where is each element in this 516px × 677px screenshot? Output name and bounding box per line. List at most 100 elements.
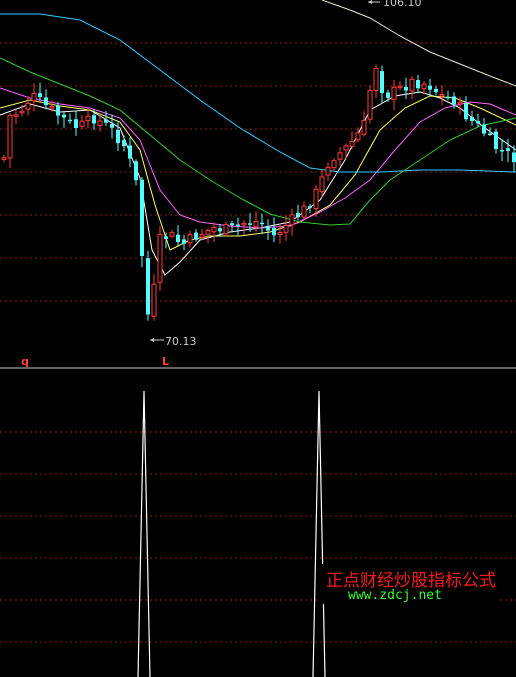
candle-body <box>349 140 355 147</box>
candle-body <box>194 232 198 240</box>
indicator-spikes <box>137 390 326 677</box>
candle-body <box>182 239 186 244</box>
candle-body <box>391 86 397 100</box>
candle-body <box>92 115 96 124</box>
candle-body <box>85 115 91 122</box>
candle-body <box>325 166 331 176</box>
candle-body <box>236 224 240 226</box>
candle-body <box>79 120 85 127</box>
candle-body <box>272 227 276 236</box>
candle-body <box>13 114 19 117</box>
candle-body <box>319 176 325 193</box>
candle-body <box>241 222 247 226</box>
candle-body <box>266 226 270 231</box>
candle-body <box>361 120 367 135</box>
candle-body <box>416 79 420 89</box>
candle-body <box>164 236 168 239</box>
candle-body <box>367 89 373 120</box>
candle-body <box>331 160 337 169</box>
candle-body <box>373 67 379 91</box>
candle-body <box>289 214 295 226</box>
candle-body <box>104 119 108 123</box>
candle-body <box>476 121 480 124</box>
candle-body <box>151 283 157 317</box>
candle-body <box>386 92 390 98</box>
candle-body <box>1 157 7 160</box>
candle-body <box>218 228 222 232</box>
candle-body <box>223 223 229 235</box>
signal-spike <box>137 390 151 677</box>
candlesticks <box>1 64 516 321</box>
candle-body <box>56 105 60 116</box>
high-price-label: 106.10 <box>383 0 422 9</box>
candle-body <box>31 93 37 102</box>
candle-body <box>211 226 217 233</box>
candle-body <box>308 206 312 208</box>
extreme-markers <box>150 0 380 342</box>
candle-body <box>248 223 252 225</box>
candle-body <box>446 96 450 99</box>
candle-body <box>494 131 498 149</box>
candle-body <box>116 129 120 144</box>
moving-average-lines <box>0 0 516 276</box>
marker-l: L <box>162 355 170 368</box>
candle-body <box>421 83 427 90</box>
candle-body <box>169 232 175 237</box>
candle-body <box>140 179 144 257</box>
candle-body <box>68 119 72 122</box>
candle-body <box>176 234 180 243</box>
candle-body <box>296 212 300 217</box>
candle-body <box>19 110 25 114</box>
candle-body <box>187 234 193 244</box>
candle-body <box>470 117 474 121</box>
ma-green-line <box>0 57 516 226</box>
candle-body <box>44 97 48 106</box>
low-price-label: 70.13 <box>165 335 197 348</box>
candle-body <box>380 71 384 94</box>
candle-body <box>512 152 516 163</box>
watermark: 正点财经炒股指标公式 www.zdcj.net <box>320 564 500 604</box>
candle-body <box>110 124 114 128</box>
candle-body <box>230 223 234 226</box>
candle-body <box>97 120 103 126</box>
candle-body <box>337 152 343 160</box>
candle-body <box>409 78 415 92</box>
candle-body <box>283 225 289 233</box>
grid-lines <box>0 42 516 643</box>
candle-body <box>397 85 403 89</box>
candle-body <box>49 106 55 109</box>
high-arrowhead <box>368 0 372 4</box>
candle-body <box>205 229 211 235</box>
candle-body <box>313 188 319 209</box>
candle-body <box>434 88 438 93</box>
ma-magenta-line <box>0 87 516 229</box>
signal-spike <box>312 390 326 677</box>
candle-body <box>25 102 31 110</box>
low-arrowhead <box>150 338 154 342</box>
candle-body <box>253 221 259 228</box>
candle-body <box>343 145 349 151</box>
candle-body <box>260 222 264 225</box>
candle-body <box>38 93 42 98</box>
candle-body <box>506 148 510 152</box>
candle-body <box>355 132 361 141</box>
candle-body <box>277 232 283 236</box>
candle-body <box>482 124 486 134</box>
candle-body <box>457 101 463 105</box>
ma-cyan-line <box>0 13 516 173</box>
candle-body <box>439 94 445 97</box>
candle-body <box>7 115 13 159</box>
marker-q: q <box>21 355 29 368</box>
candle-body <box>452 96 456 105</box>
candle-body <box>134 161 138 181</box>
candle-body <box>404 86 408 91</box>
candle-body <box>157 233 163 283</box>
candle-body <box>62 114 66 118</box>
candle-body <box>500 149 504 152</box>
candle-body <box>74 119 78 128</box>
watermark-url: www.zdcj.net <box>348 588 442 603</box>
candle-body <box>464 103 468 120</box>
candle-body <box>122 140 126 147</box>
candle-body <box>128 145 132 159</box>
candle-body <box>146 258 150 315</box>
